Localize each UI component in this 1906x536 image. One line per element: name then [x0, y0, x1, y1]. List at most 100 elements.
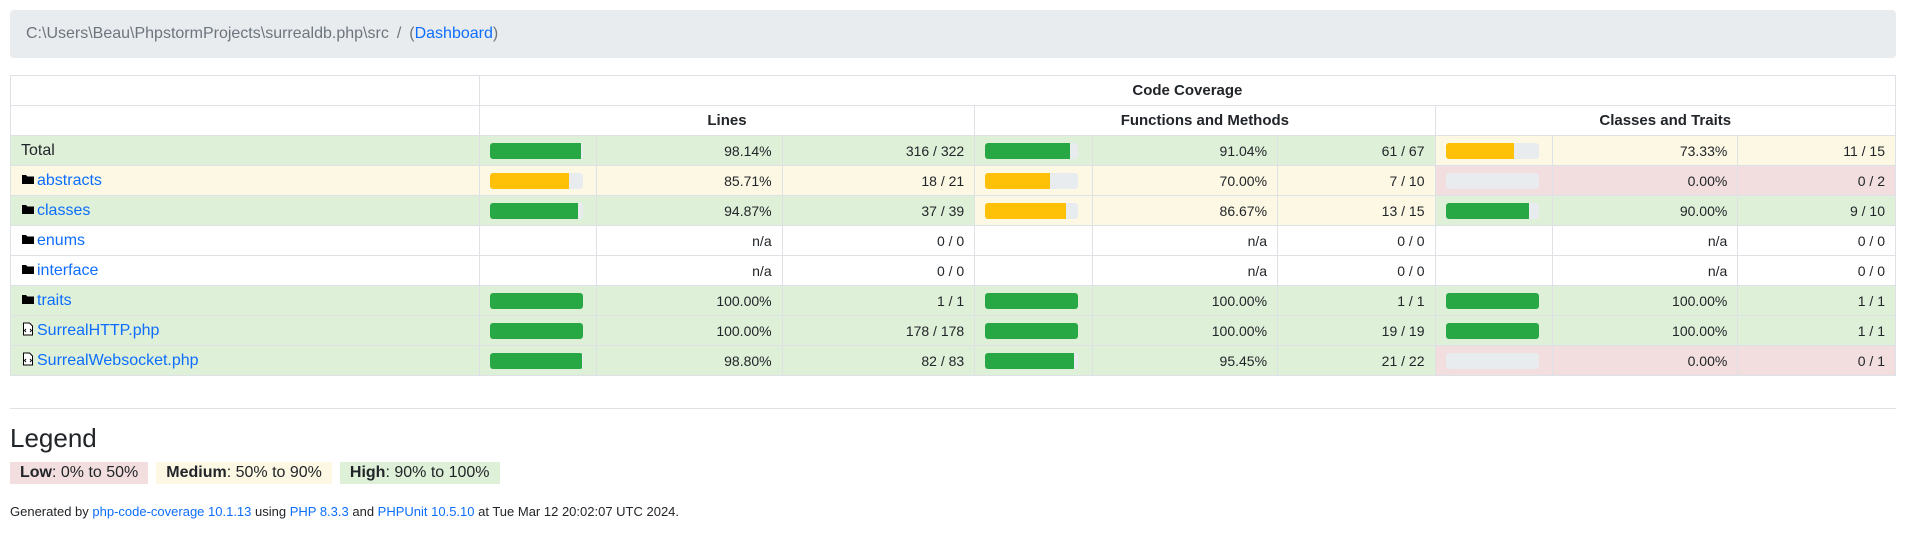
classes-count: 0 / 0: [1737, 255, 1896, 286]
funcs-progress-fill: [985, 322, 1079, 339]
table-row: traits 100.00% 1 / 1 100.00% 1 / 1 100.00% 1 /…: [10, 285, 1896, 316]
funcs-count: 19 / 19: [1277, 315, 1436, 346]
lines-progress-bar: [489, 352, 583, 369]
funcs-progress-bar: [985, 292, 1079, 309]
header-empty: [10, 75, 480, 106]
php-link[interactable]: PHP 8.3.3: [290, 504, 349, 519]
folder-icon: [21, 232, 37, 249]
lines-progress-cell: [478, 135, 598, 166]
breadcrumb-close-paren: ): [492, 25, 499, 42]
table-row: interface n/a 0 / 0 n/a 0 / 0 n/a 0 / 0: [10, 255, 1896, 286]
classes-percent: 0.00%: [1551, 345, 1739, 376]
row-link[interactable]: interface: [37, 262, 98, 279]
funcs-progress-cell: [974, 285, 1093, 316]
classes-percent: n/a: [1551, 255, 1739, 286]
funcs-percent: 100.00%: [1091, 315, 1279, 346]
classes-count: 9 / 10: [1737, 195, 1896, 226]
funcs-count: 21 / 22: [1277, 345, 1436, 376]
classes-progress-fill: [1445, 322, 1539, 339]
legend: Low: 0% to 50% Medium: 50% to 90% High: …: [10, 462, 1896, 484]
lines-progress-cell: [478, 285, 598, 316]
lines-header: Lines: [478, 105, 976, 136]
lines-count: 82 / 83: [781, 345, 976, 376]
lines-progress-cell: [478, 345, 598, 376]
classes-progress-bar: [1445, 142, 1539, 159]
row-link[interactable]: classes: [37, 202, 90, 219]
row-link[interactable]: SurrealHTTP.php: [37, 322, 159, 339]
coverage-table: Code Coverage Lines Functions and Method…: [10, 75, 1897, 376]
lines-count: 0 / 0: [781, 255, 976, 286]
funcs-progress-cell: [974, 315, 1093, 346]
lines-progress-bar: [489, 322, 583, 339]
classes-count: 0 / 1: [1737, 345, 1896, 376]
row-name-cell: interface: [10, 255, 480, 286]
funcs-count: 13 / 15: [1277, 195, 1436, 226]
row-name-cell: SurrealWebsocket.php: [10, 345, 480, 376]
classes-count: 0 / 0: [1737, 225, 1896, 256]
functions-header: Functions and Methods: [974, 105, 1436, 136]
table-row: SurrealWebsocket.php 98.80% 82 / 83 95.45% 2…: [10, 345, 1896, 376]
classes-percent: 100.00%: [1551, 315, 1739, 346]
lines-progress-fill: [489, 202, 578, 219]
lines-progress-fill: [489, 322, 583, 339]
dashboard-link[interactable]: Dashboard: [415, 25, 493, 43]
classes-progress-cell: [1434, 315, 1553, 346]
funcs-progress-cell: [974, 165, 1093, 196]
funcs-count: 61 / 67: [1277, 135, 1436, 166]
lines-progress-bar: [489, 202, 583, 219]
row-link[interactable]: enums: [37, 232, 85, 249]
lines-progress-cell: [478, 255, 598, 286]
folder-icon: [21, 202, 37, 219]
funcs-progress-bar: [985, 142, 1079, 159]
classes-progress-cell: [1434, 165, 1553, 196]
folder-icon: [21, 262, 37, 279]
classes-count: 1 / 1: [1737, 285, 1896, 316]
legend-low: Low: 0% to 50%: [10, 462, 149, 484]
lines-percent: n/a: [596, 225, 783, 256]
code-file-icon: [21, 352, 37, 369]
funcs-count: 7 / 10: [1277, 165, 1436, 196]
funcs-progress-cell: [974, 255, 1093, 286]
funcs-progress-bar: [985, 172, 1079, 189]
classes-progress-cell: [1434, 255, 1553, 286]
table-row: classes 94.87% 37 / 39 86.67% 13 / 15 90.00% 9…: [10, 195, 1896, 226]
classes-percent: 90.00%: [1551, 195, 1739, 226]
lines-count: 1 / 1: [781, 285, 976, 316]
funcs-progress-fill: [985, 172, 1051, 189]
lines-percent: 100.00%: [596, 315, 783, 346]
lines-percent: 98.80%: [596, 345, 783, 376]
funcs-percent: 70.00%: [1091, 165, 1279, 196]
row-link[interactable]: traits: [37, 292, 72, 309]
table-row: SurrealHTTP.php 100.00% 178 / 178 100.00% 19…: [10, 315, 1896, 346]
lines-progress-fill: [489, 172, 570, 189]
php-code-coverage-link[interactable]: php-code-coverage 10.1.13: [92, 504, 251, 519]
lines-count: 316 / 322: [781, 135, 976, 166]
lines-percent: 100.00%: [596, 285, 783, 316]
funcs-percent: n/a: [1091, 225, 1279, 256]
lines-percent: 94.87%: [596, 195, 783, 226]
folder-icon: [21, 172, 37, 189]
classes-percent: n/a: [1551, 225, 1739, 256]
lines-progress-fill: [489, 142, 582, 159]
row-label: Total: [21, 141, 55, 159]
lines-progress-cell: [478, 225, 598, 256]
funcs-count: 0 / 0: [1277, 225, 1436, 256]
lines-progress-bar: [489, 172, 583, 189]
legend-title: Legend: [10, 423, 97, 453]
lines-count: 18 / 21: [781, 165, 976, 196]
table-row: Total 98.14% 316 / 322 91.04% 61 / 67 73.33% 1…: [10, 135, 1896, 166]
funcs-percent: 86.67%: [1091, 195, 1279, 226]
lines-count: 37 / 39: [781, 195, 976, 226]
funcs-progress-cell: [974, 195, 1093, 226]
lines-progress-fill: [489, 292, 583, 309]
funcs-progress-fill: [985, 292, 1079, 309]
funcs-percent: n/a: [1091, 255, 1279, 286]
phpunit-link[interactable]: PHPUnit 10.5.10: [378, 504, 475, 519]
funcs-progress-cell: [974, 345, 1093, 376]
row-name-cell: SurrealHTTP.php: [10, 315, 480, 346]
row-link[interactable]: SurrealWebsocket.php: [37, 352, 199, 369]
classes-percent: 100.00%: [1551, 285, 1739, 316]
row-name-cell: enums: [10, 225, 480, 256]
breadcrumb: C:\Users\Beau\PhpstormProjects\surrealdb…: [10, 10, 1896, 58]
row-link[interactable]: abstracts: [37, 172, 102, 189]
